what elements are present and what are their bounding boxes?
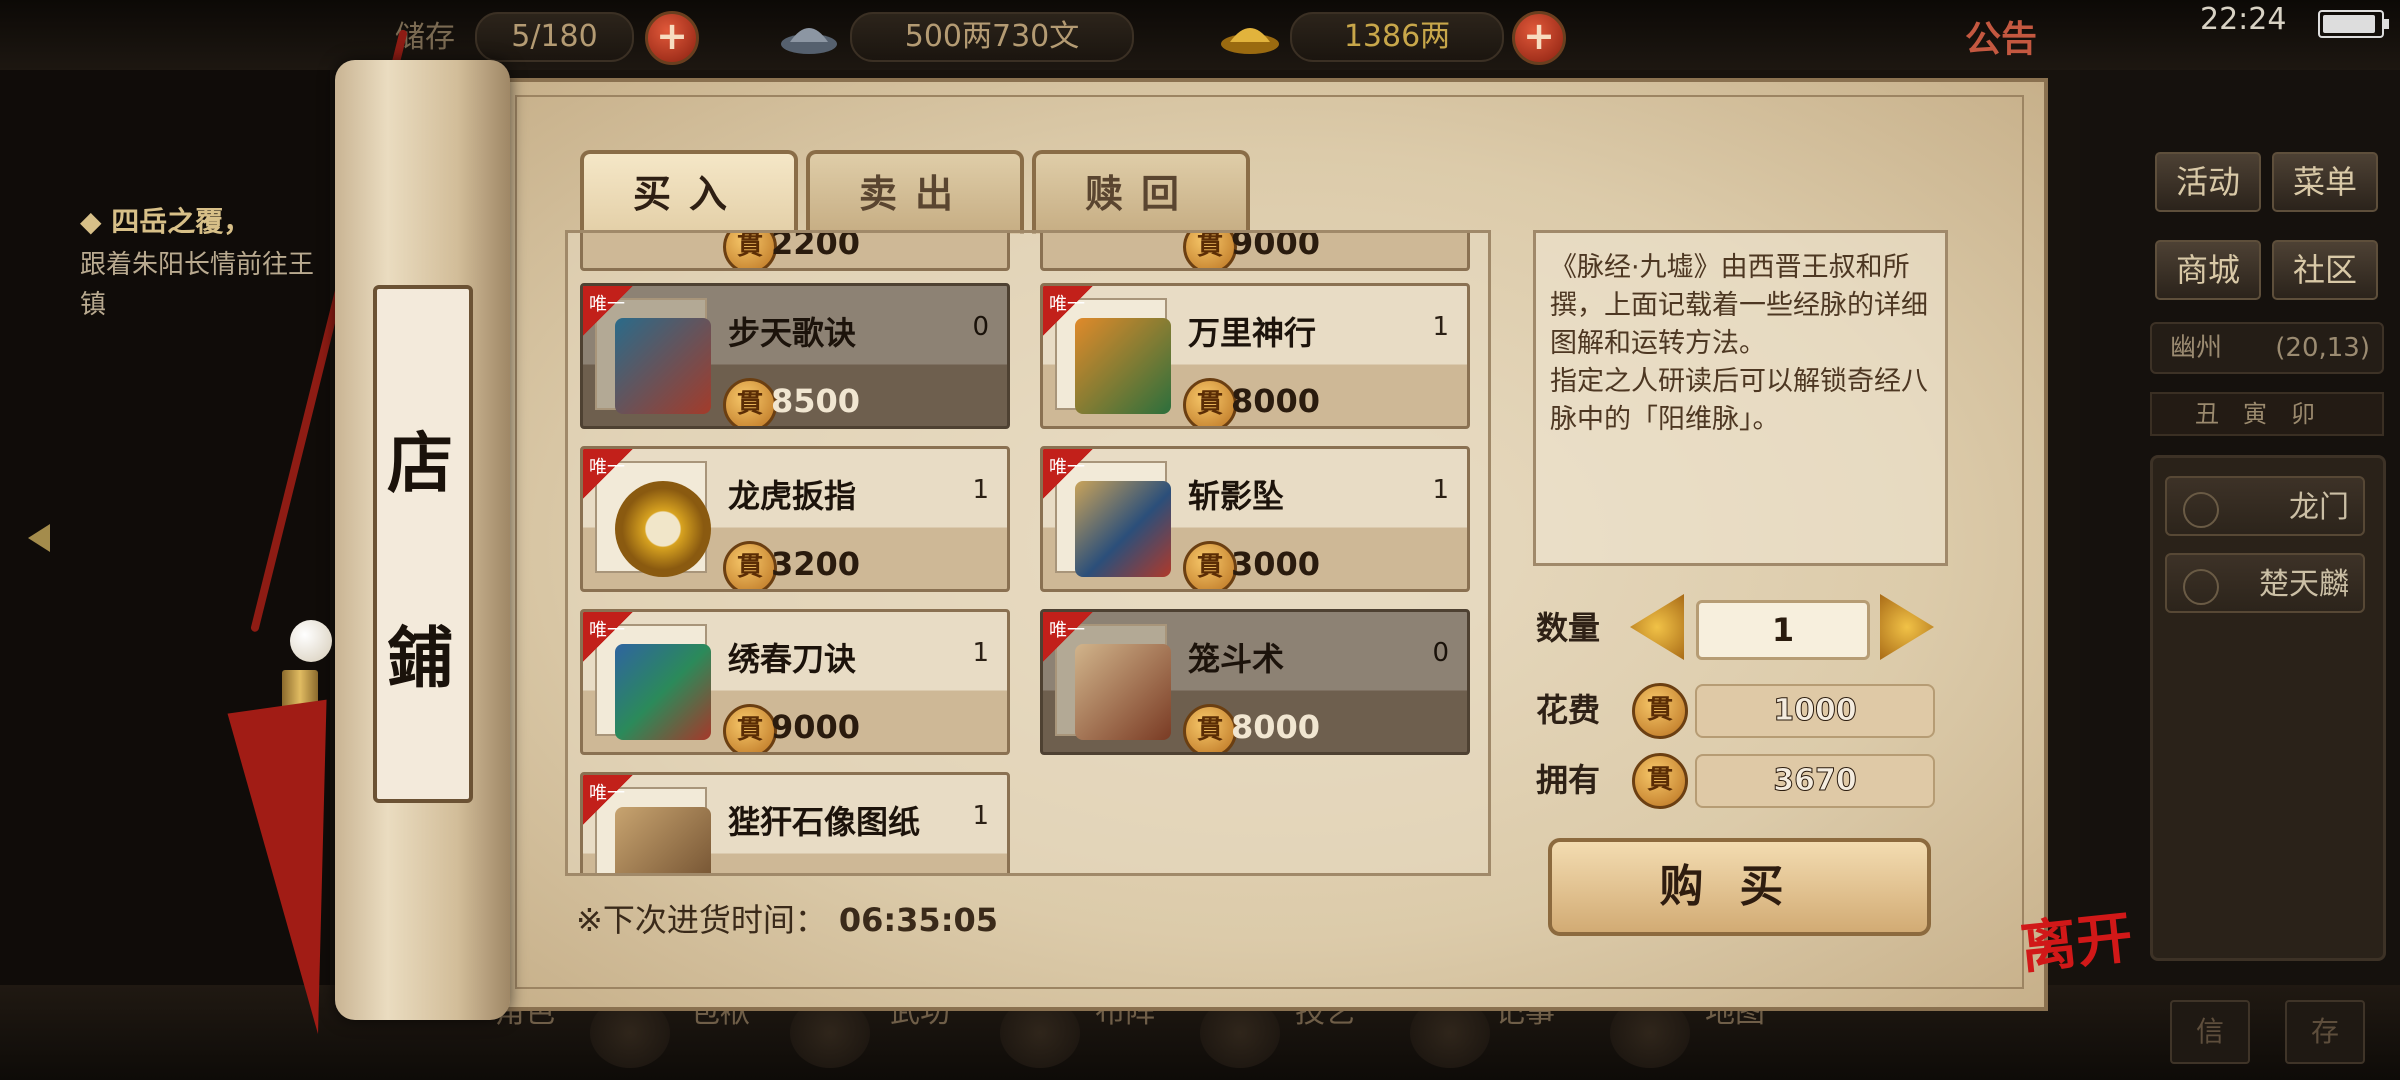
npc-item[interactable]: 楚天麟 <box>2165 553 2365 613</box>
restock-time: 06:35:05 <box>838 901 999 939</box>
coin-icon: 貫 <box>1183 704 1237 752</box>
item-price: 3000 <box>1231 545 1321 583</box>
list-item[interactable]: 唯一 绣春刀诀 1 貫 9000 <box>580 609 1010 755</box>
list-item[interactable]: 唯一 龙虎扳指 1 貫 3200 <box>580 446 1010 592</box>
coin-icon: 貫 <box>1183 233 1237 268</box>
add-bag-button[interactable]: + <box>645 11 699 65</box>
item-price: 9000 <box>771 708 861 746</box>
list-item[interactable]: 貫 9000 <box>1040 230 1470 271</box>
list-item[interactable]: 唯一 笼斗术 0 貫 8000 <box>1040 609 1470 755</box>
cost-label: 花费 <box>1536 691 1601 729</box>
item-name: 笼斗术 <box>1188 640 1285 678</box>
coin-icon: 貫 <box>723 704 777 752</box>
item-price: 2200 <box>771 230 861 262</box>
coin-icon: 貫 <box>1632 683 1688 739</box>
list-item[interactable]: 唯一 斩影坠 1 貫 3000 <box>1040 446 1470 592</box>
person-icon <box>2183 569 2219 605</box>
shop-title-top: 店 <box>387 424 453 502</box>
unique-badge: 唯一 <box>583 286 633 336</box>
unique-badge: 唯一 <box>583 775 633 825</box>
add-gold-button[interactable]: + <box>1512 11 1566 65</box>
restock-timer: ※下次进货时间： 06:35:05 <box>576 895 998 941</box>
unique-badge: 唯一 <box>1043 286 1093 336</box>
menu-button[interactable]: 菜单 <box>2272 152 2378 212</box>
gold-amount: 1386两 <box>1290 12 1504 62</box>
mall-button[interactable]: 商城 <box>2155 240 2261 300</box>
item-count: 1 <box>972 475 989 505</box>
time-of-day-bar: 丑寅卯 <box>2150 392 2384 436</box>
mail-button[interactable]: 信 <box>2170 1000 2250 1064</box>
item-description: 《脉经·九墟》由西晋王叔和所撰，上面记载着一些经脉的详细图解和运转方法。 指定之… <box>1533 230 1948 566</box>
building-icon <box>2183 492 2219 528</box>
item-name: 万里神行 <box>1188 314 1317 352</box>
cost-value: 1000 <box>1695 684 1935 738</box>
coin-icon: 貫 <box>1183 541 1237 589</box>
unique-badge: 唯一 <box>1043 449 1093 499</box>
activity-button[interactable]: 活动 <box>2155 152 2261 212</box>
tab-sell[interactable]: 卖出 <box>806 150 1024 234</box>
quantity-label: 数量 <box>1536 609 1601 647</box>
silver-amount: 500两730文 <box>850 12 1134 62</box>
item-count: 1 <box>972 801 989 831</box>
tab-buy[interactable]: 买入 <box>580 150 798 234</box>
item-name: 龙虎扳指 <box>728 477 857 515</box>
item-name: 绣春刀诀 <box>728 640 857 678</box>
item-price: 9000 <box>1231 230 1321 262</box>
save-button[interactable]: 存 <box>2285 1000 2365 1064</box>
shop-title-bottom: 鋪 <box>387 619 453 697</box>
tab-redeem[interactable]: 赎回 <box>1032 150 1250 234</box>
list-item[interactable]: 貫 2200 <box>580 230 1010 271</box>
item-price: 8000 <box>1231 708 1321 746</box>
item-name: 步天歌诀 <box>728 314 857 352</box>
item-list[interactable]: 貫 2200 貫 9000 唯一 步天歌诀 0 貫 8500 唯一 万里神行 1… <box>565 230 1491 876</box>
item-count: 0 <box>972 312 989 342</box>
item-count: 0 <box>1432 638 1449 668</box>
leave-button[interactable]: 离开 <box>2016 892 2136 984</box>
list-item[interactable]: 唯一 万里神行 1 貫 8000 <box>1040 283 1470 429</box>
battery-icon <box>2318 10 2389 38</box>
silver-ingot-icon <box>780 14 838 56</box>
coin-icon: 貫 <box>723 233 777 268</box>
coin-icon: 貫 <box>723 378 777 426</box>
item-price: 3200 <box>771 545 861 583</box>
unique-badge: 唯一 <box>583 449 633 499</box>
list-item[interactable]: 唯一 步天歌诀 0 貫 8500 <box>580 283 1010 429</box>
coin-icon: 貫 <box>1183 378 1237 426</box>
unique-badge: 唯一 <box>1043 612 1093 662</box>
npc-list: 龙门 楚天麟 <box>2150 455 2386 961</box>
community-button[interactable]: 社区 <box>2272 240 2378 300</box>
gold-ingot-icon <box>1220 14 1280 56</box>
npc-name: 龙门 <box>2289 490 2349 525</box>
list-item[interactable]: 唯一 狴犴石像图纸 1 <box>580 772 1010 873</box>
item-count: 1 <box>972 638 989 668</box>
item-price: 8500 <box>771 382 861 420</box>
quest-title[interactable]: ◆ 四岳之覆， <box>80 200 251 240</box>
owned-label: 拥有 <box>1536 761 1601 799</box>
restock-label: ※下次进货时间： <box>576 901 827 939</box>
item-count: 1 <box>1432 312 1449 342</box>
coin-icon: 貫 <box>723 541 777 589</box>
notice-button[interactable]: 公告 <box>1965 10 2037 62</box>
item-count: 1 <box>1432 475 1449 505</box>
item-price: 8000 <box>1231 382 1321 420</box>
npc-item[interactable]: 龙门 <box>2165 476 2365 536</box>
quantity-input[interactable]: 1 <box>1696 600 1870 660</box>
quest-description: 跟着朱阳长情前往王镇 <box>80 250 315 320</box>
shop-title-plate <box>373 285 473 803</box>
bag-count: 5/180 <box>475 12 634 62</box>
unique-badge: 唯一 <box>583 612 633 662</box>
location-display[interactable]: 幽州 (20,13) <box>2150 322 2384 374</box>
location-coordinates: (20,13) <box>2275 333 2370 363</box>
location-name: 幽州 <box>2170 333 2223 363</box>
status-clock: 22:24 <box>2200 2 2287 37</box>
item-name: 狴犴石像图纸 <box>728 803 921 841</box>
owned-value: 3670 <box>1695 754 1935 808</box>
item-name: 斩影坠 <box>1188 477 1285 515</box>
coin-icon: 貫 <box>1632 753 1688 809</box>
collapse-arrow-icon[interactable] <box>28 524 50 552</box>
npc-name: 楚天麟 <box>2259 567 2349 602</box>
jade-bead-icon <box>290 620 332 662</box>
buy-button[interactable]: 购买 <box>1548 838 1931 936</box>
